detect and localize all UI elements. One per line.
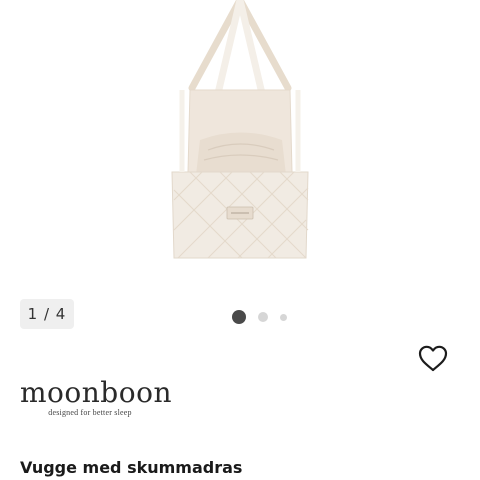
wishlist-button[interactable] (417, 343, 449, 375)
cradle-illustration (171, 0, 309, 259)
brand-logo[interactable]: moonboon designed for better sleep (20, 376, 172, 418)
carousel-dot-3[interactable] (280, 313, 287, 321)
carousel-dot-2[interactable] (258, 312, 268, 322)
product-title: Vugge med skummadras (20, 458, 243, 477)
brand-tagline: designed for better sleep (48, 408, 132, 417)
heart-outline-icon (418, 345, 448, 372)
carousel-dots (232, 309, 299, 325)
carousel-dot-1[interactable] (232, 310, 246, 324)
image-counter: 1 / 4 (20, 299, 74, 329)
brand-name: moonboon (20, 376, 172, 409)
product-image[interactable] (160, 0, 320, 270)
